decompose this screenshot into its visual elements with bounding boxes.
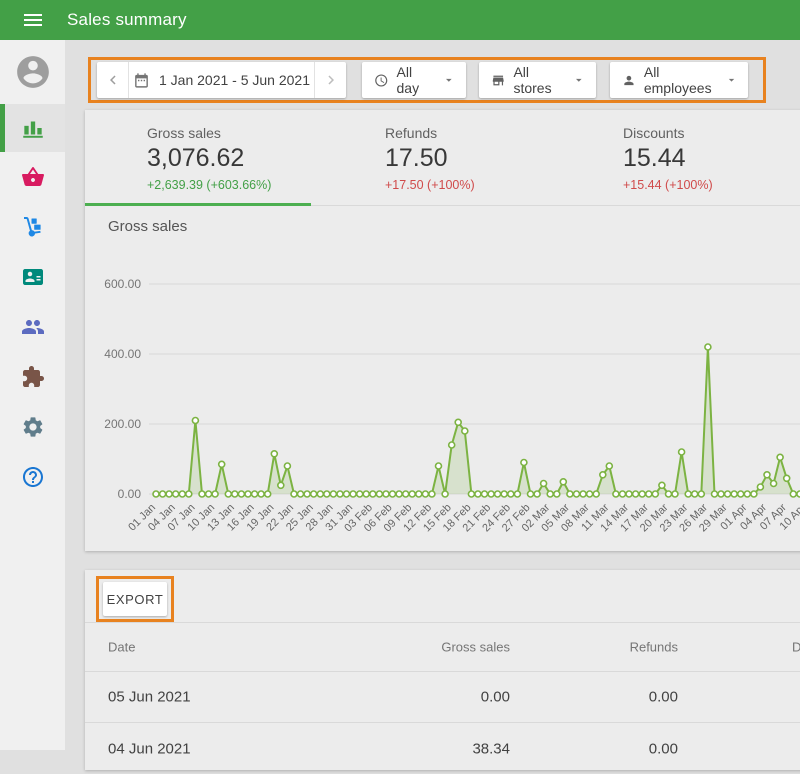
inventory-hand-truck-icon [21, 215, 45, 239]
caret-down-icon [442, 72, 456, 88]
svg-text:400.00: 400.00 [104, 347, 141, 361]
store-icon [491, 72, 505, 89]
sidebar-item-customers[interactable] [0, 252, 65, 302]
customers-contact-card-icon [21, 265, 45, 289]
date-range-label: 1 Jan 2021 - 5 Jun 2021 [159, 72, 310, 88]
sidebar-item-inventory[interactable] [0, 202, 65, 252]
stat-value: 3,076.62 [147, 144, 323, 173]
next-period-button[interactable] [315, 62, 346, 98]
caret-down-icon [725, 72, 738, 88]
chart-title: Gross sales [108, 218, 187, 235]
stat-label: Discounts [623, 125, 799, 141]
sidebar-nav [0, 40, 65, 750]
sidebar-item-account[interactable] [0, 40, 65, 104]
cell-date: 04 Jun 2021 [108, 740, 191, 757]
stat-value: 15.44 [623, 144, 799, 173]
svg-text:0.00: 0.00 [118, 487, 142, 501]
tab-gross-sales[interactable]: Gross sales 3,076.62 +2,639.39 (+603.66%… [85, 110, 323, 205]
employee-filter-label: All employees [644, 64, 715, 96]
date-range-picker: 1 Jan 2021 - 5 Jun 2021 [97, 62, 346, 98]
sidebar-item-items[interactable] [0, 152, 65, 202]
sales-summary-card: Gross sales 3,076.62 +2,639.39 (+603.66%… [85, 110, 800, 551]
tab-discounts[interactable]: Discounts 15.44 +15.44 (+100%) [561, 110, 799, 205]
column-header-date: Date [108, 640, 135, 655]
previous-period-button[interactable] [97, 62, 128, 98]
top-app-bar: Sales summary [0, 0, 800, 40]
table-row: 04 Jun 2021 38.34 0.00 [85, 723, 800, 774]
table-header-row: Date Gross sales Refunds Discounts [85, 622, 800, 672]
cell-refunds: 0.00 [649, 740, 678, 757]
employees-people-icon [21, 315, 45, 339]
chevron-right-icon [322, 71, 340, 89]
stat-label: Gross sales [147, 125, 323, 141]
date-range-button[interactable]: 1 Jan 2021 - 5 Jun 2021 [129, 72, 314, 89]
highlight-box-filters: 1 Jan 2021 - 5 Jun 2021 All day All stor… [88, 57, 766, 103]
stat-delta: +15.44 (+100%) [623, 178, 799, 192]
gross-sales-line-chart: 0.00200.00400.00600.0001 Jan04 Jan07 Jan… [85, 206, 800, 550]
cell-refunds: 0.00 [649, 689, 678, 706]
daily-sales-table-card: EXPORT Date Gross sales Refunds Discount… [85, 570, 800, 770]
account-avatar-icon [14, 53, 52, 91]
caret-down-icon [572, 72, 586, 88]
column-header-discounts: Discounts [792, 640, 800, 655]
svg-text:200.00: 200.00 [104, 417, 141, 431]
person-icon [622, 72, 636, 89]
store-filter-label: All stores [513, 64, 562, 96]
sidebar-item-integrations[interactable] [0, 352, 65, 402]
stat-delta: +2,639.39 (+603.66%) [147, 178, 323, 192]
integrations-puzzle-icon [21, 365, 45, 389]
sidebar-item-reports[interactable] [0, 104, 65, 152]
employee-filter-dropdown[interactable]: All employees [610, 62, 748, 98]
tab-refunds[interactable]: Refunds 17.50 +17.50 (+100%) [323, 110, 561, 205]
help-question-icon [21, 465, 45, 489]
page-title: Sales summary [67, 10, 187, 30]
time-filter-dropdown[interactable]: All day [362, 62, 466, 98]
sidebar-item-help[interactable] [0, 452, 65, 502]
calendar-icon [133, 72, 150, 89]
time-filter-label: All day [397, 64, 433, 96]
stat-delta: +17.50 (+100%) [385, 178, 561, 192]
stat-label: Refunds [385, 125, 561, 141]
stat-value: 17.50 [385, 144, 561, 173]
clock-icon [374, 72, 389, 89]
cell-date: 05 Jun 2021 [108, 689, 191, 706]
reports-bar-chart-icon [20, 115, 46, 141]
settings-gear-icon [21, 415, 45, 439]
store-filter-dropdown[interactable]: All stores [479, 62, 596, 98]
column-header-refunds: Refunds [630, 640, 678, 655]
sidebar-item-settings[interactable] [0, 402, 65, 452]
items-basket-icon [21, 165, 45, 189]
chevron-left-icon [104, 71, 122, 89]
gross-sales-chart-area: Gross sales 0.00200.00400.00600.0001 Jan… [85, 206, 800, 550]
cell-gross-sales: 0.00 [481, 689, 510, 706]
table-row: 05 Jun 2021 0.00 0.00 [85, 672, 800, 723]
menu-icon[interactable] [21, 8, 45, 32]
svg-text:600.00: 600.00 [104, 277, 141, 291]
column-header-gross-sales: Gross sales [441, 640, 510, 655]
highlight-box-export: EXPORT [96, 576, 174, 622]
sidebar-item-employees[interactable] [0, 302, 65, 352]
stats-tabs: Gross sales 3,076.62 +2,639.39 (+603.66%… [85, 110, 800, 206]
export-button[interactable]: EXPORT [103, 582, 167, 616]
cell-gross-sales: 38.34 [472, 740, 510, 757]
